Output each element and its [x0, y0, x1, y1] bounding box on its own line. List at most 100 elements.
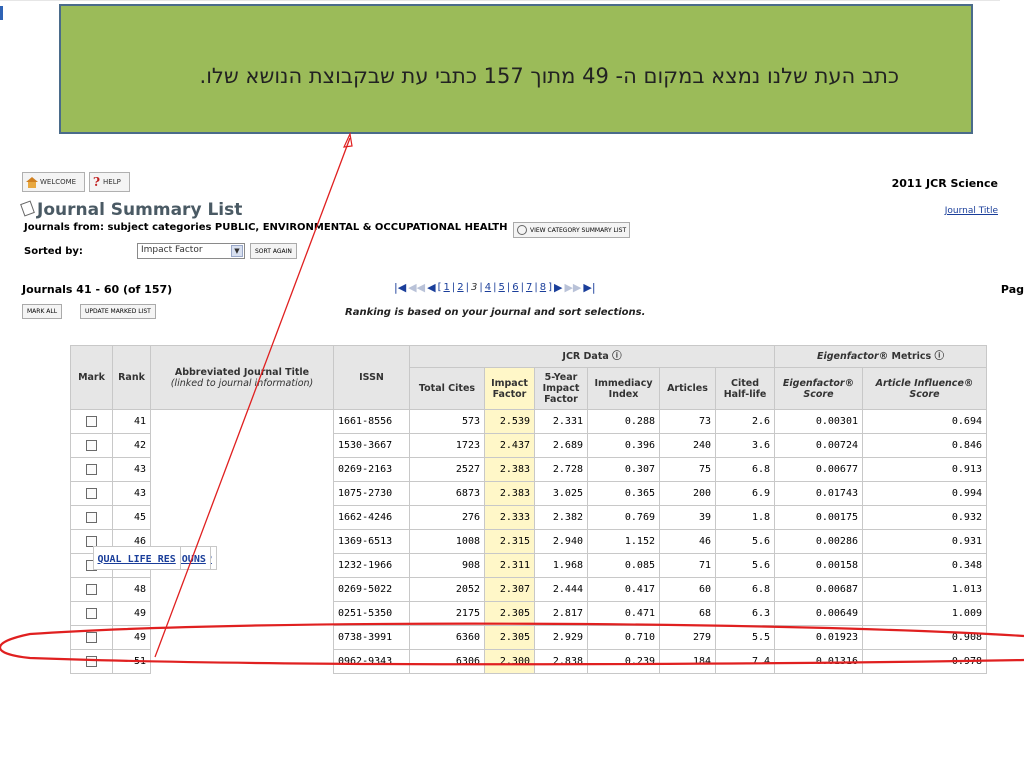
half-life-cell: 3.6: [715, 433, 775, 458]
pager: |◀ ◀◀ ◀ [ 1 | 2 | 3 | 4 | 5 | 6 | 7 | 8 ] ▶ ▶▶ …: [394, 281, 596, 294]
col-5yr-impact: 5-Year Impact Factor: [534, 367, 588, 410]
articles-cell: 71: [659, 553, 716, 578]
row-checkbox[interactable]: [86, 487, 97, 499]
article-influence-cell: 0.932: [862, 505, 987, 530]
issn-cell: 1661-8556: [333, 409, 410, 434]
rank-cell: 48: [112, 577, 151, 602]
row-checkbox[interactable]: [86, 415, 97, 427]
total-cites-cell: 2175: [409, 601, 485, 626]
annotation-arrowhead: [343, 131, 353, 148]
next-group-icon[interactable]: ▶▶: [564, 281, 581, 294]
table-row: 49PATIENT EDUC COUNS0738-399163602.3052.…: [70, 545, 987, 650]
prev-group-icon[interactable]: ◀◀: [408, 281, 425, 294]
page-link[interactable]: 1: [443, 282, 449, 293]
rank-cell: 51: [112, 649, 151, 674]
articles-cell: 240: [659, 433, 716, 458]
bookmark-icon: [20, 200, 35, 217]
five-year-impact-cell: 2.940: [534, 529, 588, 554]
col-article-influence: Article Influence® Score: [862, 367, 987, 410]
ranking-note: Ranking is based on your journal and sor…: [345, 307, 646, 318]
immediacy-cell: 0.769: [587, 505, 660, 530]
eigenfactor-cell: 0.00286: [774, 529, 863, 554]
row-checkbox[interactable]: [86, 511, 97, 523]
journal-title-link[interactable]: Journal Title: [945, 206, 998, 216]
total-cites-cell: 6873: [409, 481, 485, 506]
article-influence-cell: 0.846: [862, 433, 987, 458]
five-year-impact-cell: 3.025: [534, 481, 588, 506]
table-row: 49NEUROEPIDEMIOLOGY0251-535021752.3052.8…: [70, 545, 987, 626]
journal-title-link[interactable]: QUAL LIFE RES: [98, 554, 176, 565]
row-checkbox[interactable]: [86, 583, 97, 595]
five-year-impact-cell: 1.968: [534, 553, 588, 578]
mark-checkbox-cell: [70, 409, 113, 434]
page-link[interactable]: 8: [540, 282, 546, 293]
row-checkbox[interactable]: [86, 607, 97, 619]
rank-cell: 49: [112, 601, 151, 626]
impact-factor-cell: 2.383: [484, 457, 535, 482]
eigenfactor-cell: 0.00724: [774, 433, 863, 458]
row-checkbox[interactable]: [86, 463, 97, 475]
row-checkbox[interactable]: [86, 439, 97, 451]
page-link[interactable]: 5: [498, 282, 504, 293]
table-row: 48PAEDIATR PERINAT EP0269-502220522.3072…: [70, 545, 987, 602]
half-life-cell: 5.6: [715, 529, 775, 554]
immediacy-cell: 0.239: [587, 649, 660, 674]
issn-cell: 0269-2163: [333, 457, 410, 482]
half-life-cell: 6.8: [715, 577, 775, 602]
view-category-summary-button[interactable]: VIEW CATEGORY SUMMARY LIST: [513, 222, 631, 238]
slide-lower-area: [0, 692, 1024, 768]
update-marked-list-button[interactable]: UPDATE MARKED LIST: [80, 304, 156, 319]
article-influence-cell: 1.009: [862, 601, 987, 626]
last-page-icon[interactable]: ▶|: [583, 281, 595, 294]
page-link[interactable]: 6: [512, 282, 518, 293]
prev-page-icon[interactable]: ◀: [427, 281, 435, 294]
issn-cell: 1232-1966: [333, 553, 410, 578]
five-year-impact-cell: 2.929: [534, 625, 588, 650]
mark-all-button[interactable]: MARK ALL: [22, 304, 63, 319]
row-checkbox[interactable]: [86, 631, 97, 643]
page-link[interactable]: 4: [485, 282, 491, 293]
sorted-by-label: Sorted by:: [24, 246, 83, 257]
impact-factor-cell: 2.437: [484, 433, 535, 458]
row-checkbox[interactable]: [86, 655, 97, 667]
articles-cell: 200: [659, 481, 716, 506]
jcr-data-group: JCR Data ⓘ: [409, 345, 775, 368]
help-icon: ?: [93, 175, 101, 189]
issn-cell: 1369-6513: [333, 529, 410, 554]
current-page: 3: [470, 282, 478, 293]
first-page-icon[interactable]: |◀: [394, 281, 406, 294]
table-row: 42VECTOR-BORNE ZOONOT1530-366717232.4372…: [70, 433, 987, 570]
sort-again-button[interactable]: SORT AGAIN: [250, 243, 297, 259]
eigenfactor-cell: 0.01316: [774, 649, 863, 674]
mark-checkbox-cell: [70, 505, 113, 530]
mark-checkbox-cell: [70, 649, 113, 674]
immediacy-cell: 0.307: [587, 457, 660, 482]
impact-factor-cell: 2.305: [484, 601, 535, 626]
page-link[interactable]: 7: [526, 282, 532, 293]
immediacy-cell: 0.471: [587, 601, 660, 626]
welcome-button[interactable]: WELCOME: [22, 172, 85, 192]
sort-select[interactable]: Impact Factor ▼: [137, 243, 245, 259]
impact-factor-cell: 2.539: [484, 409, 535, 434]
five-year-impact-cell: 2.817: [534, 601, 588, 626]
help-button[interactable]: ? HELP: [89, 172, 130, 192]
rank-cell: 42: [112, 433, 151, 458]
page-link[interactable]: 2: [457, 282, 463, 293]
total-cites-cell: 276: [409, 505, 485, 530]
articles-cell: 73: [659, 409, 716, 434]
articles-cell: 46: [659, 529, 716, 554]
half-life-cell: 6.8: [715, 457, 775, 482]
impact-factor-cell: 2.307: [484, 577, 535, 602]
next-page-icon[interactable]: ▶: [554, 281, 562, 294]
articles-cell: 184: [659, 649, 716, 674]
article-influence-cell: 0.913: [862, 457, 987, 482]
five-year-impact-cell: 2.838: [534, 649, 588, 674]
half-life-cell: 5.6: [715, 553, 775, 578]
impact-factor-cell: 2.315: [484, 529, 535, 554]
half-life-cell: 7.4: [715, 649, 775, 674]
rank-cell: 45: [112, 505, 151, 530]
five-year-impact-cell: 2.382: [534, 505, 588, 530]
rank-cell: 43: [112, 481, 151, 506]
issn-cell: 1662-4246: [333, 505, 410, 530]
issn-cell: 1530-3667: [333, 433, 410, 458]
